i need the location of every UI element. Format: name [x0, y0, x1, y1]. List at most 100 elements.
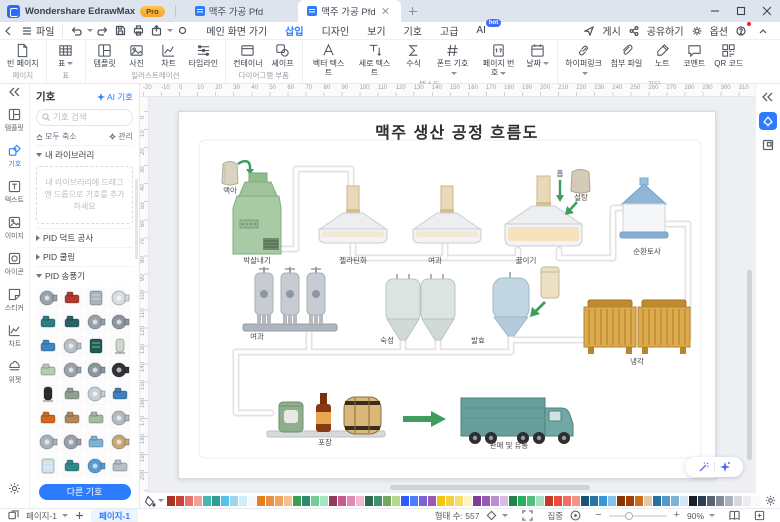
undo-icon[interactable]: [67, 23, 85, 39]
font-symbol-button[interactable]: 폰트 기호: [431, 42, 475, 78]
date-button[interactable]: 날짜: [523, 42, 553, 69]
color-swatch[interactable]: [707, 495, 715, 506]
color-swatch[interactable]: [203, 495, 211, 506]
chart-button[interactable]: 차트: [154, 42, 184, 69]
fermenter-shape[interactable]: [492, 272, 530, 337]
document-tab-2-active[interactable]: 맥주 가공 Pfd: [298, 0, 401, 22]
color-swatch[interactable]: [212, 495, 220, 506]
share-label[interactable]: 공유하기: [647, 23, 684, 38]
color-swatch[interactable]: [509, 495, 517, 506]
color-swatch[interactable]: [671, 495, 679, 506]
note-button[interactable]: 노트: [647, 42, 677, 69]
delivery-truck-shape[interactable]: [460, 397, 574, 444]
zoom-out-button[interactable]: −: [595, 510, 601, 521]
symbol-thumbnail[interactable]: [36, 358, 59, 382]
symbol-thumbnail[interactable]: [84, 334, 107, 358]
sidebar-item-icon[interactable]: 아이콘: [1, 250, 29, 279]
page-tab-active[interactable]: 페이지-1: [91, 508, 139, 522]
color-swatch[interactable]: [374, 495, 382, 506]
color-swatch[interactable]: [464, 495, 472, 506]
document-tab-1[interactable]: 맥주 가공 Pfd: [186, 0, 273, 22]
back-icon[interactable]: [0, 23, 18, 39]
palette-settings-icon[interactable]: [765, 495, 776, 506]
maximize-button[interactable]: [728, 0, 754, 22]
symbol-thumbnail[interactable]: [60, 334, 83, 358]
color-swatch[interactable]: [302, 495, 310, 506]
menu-advanced[interactable]: 고급: [440, 23, 458, 38]
yeast-can-shape[interactable]: [530, 266, 560, 317]
color-swatch[interactable]: [662, 495, 670, 506]
photo-button[interactable]: 사진: [122, 42, 152, 69]
color-swatch[interactable]: [599, 495, 607, 506]
color-swatch[interactable]: [248, 495, 256, 506]
presentation-play-icon[interactable]: [570, 510, 581, 521]
redo-icon[interactable]: [93, 23, 111, 39]
horizontal-scrollbar[interactable]: [390, 485, 590, 490]
color-swatch[interactable]: [617, 495, 625, 506]
minimize-button[interactable]: [702, 0, 728, 22]
symbol-thumbnail[interactable]: [108, 454, 131, 478]
color-swatch[interactable]: [653, 495, 661, 506]
save-icon[interactable]: [111, 23, 129, 39]
symbol-thumbnail[interactable]: [84, 430, 107, 454]
flow-arrow[interactable]: [403, 411, 446, 427]
close-tab-icon[interactable]: [380, 5, 392, 17]
symbol-thumbnail[interactable]: [84, 286, 107, 310]
color-swatch[interactable]: [536, 495, 544, 506]
color-swatch[interactable]: [482, 495, 490, 506]
zoom-slider[interactable]: [608, 511, 667, 520]
section-pid-cooling[interactable]: PID 쿨링: [36, 246, 133, 266]
color-swatch[interactable]: [518, 495, 526, 506]
color-swatch[interactable]: [239, 495, 247, 506]
pages-panel-icon[interactable]: [8, 510, 19, 521]
color-swatch[interactable]: [572, 495, 580, 506]
hyperlink-button[interactable]: 하이퍼링크: [562, 42, 606, 78]
filtration-vessel-shape[interactable]: [412, 185, 482, 244]
menu-symbol[interactable]: 기호: [404, 23, 422, 38]
symbol-thumbnail[interactable]: [36, 334, 59, 358]
color-swatch[interactable]: [428, 495, 436, 506]
sidebar-item-template[interactable]: 템플릿: [1, 106, 29, 135]
color-swatch[interactable]: [527, 495, 535, 506]
options-label[interactable]: 옵션: [710, 23, 728, 38]
menu-design[interactable]: 디자인: [322, 23, 350, 38]
zoom-slider-knob[interactable]: [624, 511, 633, 520]
collapse-right-panel-icon[interactable]: [759, 88, 777, 106]
color-swatch[interactable]: [221, 495, 229, 506]
timeline-button[interactable]: 타임라인: [186, 42, 221, 69]
page-dropdown[interactable]: 페이지-1: [26, 510, 69, 522]
symbol-thumbnail[interactable]: [60, 286, 83, 310]
color-swatch[interactable]: [446, 495, 454, 506]
share-icon[interactable]: [625, 23, 643, 39]
symbol-thumbnail[interactable]: [60, 406, 83, 430]
color-swatch[interactable]: [338, 495, 346, 506]
color-swatch[interactable]: [680, 495, 688, 506]
gelatinization-vessel-shape[interactable]: [318, 185, 388, 244]
color-swatch[interactable]: [635, 495, 643, 506]
color-swatch[interactable]: [545, 495, 553, 506]
sidebar-item-chart[interactable]: 차트: [1, 322, 29, 351]
color-swatch[interactable]: [284, 495, 292, 506]
diagram-title[interactable]: 맥주 생산 공정 흐름도: [375, 124, 539, 142]
sidebar-item-sticker[interactable]: 스티커: [1, 286, 29, 315]
theme-dropdown-icon[interactable]: [486, 510, 509, 521]
menu-insert[interactable]: 삽입: [285, 23, 303, 38]
symbol-search-input[interactable]: [53, 112, 117, 123]
symbol-thumbnail[interactable]: [108, 430, 131, 454]
formula-button[interactable]: 수식: [399, 42, 429, 69]
fit-to-window-icon[interactable]: [754, 510, 765, 521]
publish-label[interactable]: 게시: [602, 23, 620, 38]
color-swatch[interactable]: [608, 495, 616, 506]
color-swatch[interactable]: [419, 495, 427, 506]
color-swatch[interactable]: [563, 495, 571, 506]
packaging-shape[interactable]: [266, 393, 386, 438]
symbol-thumbnail[interactable]: [36, 286, 59, 310]
maturation-tanks-shape[interactable]: [385, 274, 456, 341]
blank-page-button[interactable]: 빈 페이지: [4, 42, 42, 69]
shape-button[interactable]: 셰이프: [268, 42, 298, 69]
print-icon[interactable]: [129, 23, 147, 39]
color-swatch[interactable]: [185, 495, 193, 506]
sidebar-item-widget[interactable]: 위젯: [1, 358, 29, 387]
color-swatch[interactable]: [293, 495, 301, 506]
color-swatch[interactable]: [581, 495, 589, 506]
